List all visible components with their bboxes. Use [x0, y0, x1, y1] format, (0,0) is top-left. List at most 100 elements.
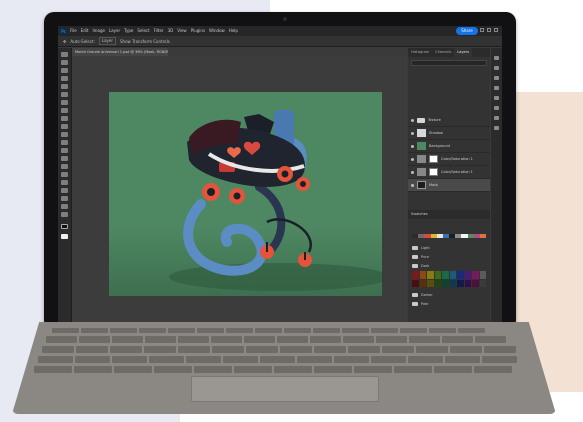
visibility-eye-icon[interactable] [411, 157, 414, 161]
swatch-color[interactable] [479, 271, 486, 279]
auto-select-target[interactable]: Layer [98, 37, 117, 45]
swatch-color[interactable] [427, 279, 434, 287]
swatch-color[interactable] [457, 279, 464, 287]
adjustments-icon[interactable] [494, 66, 499, 70]
pen-tool-icon[interactable] [61, 172, 68, 177]
menu-file[interactable]: File [70, 26, 77, 36]
swatch-color[interactable] [419, 279, 426, 287]
history-icon[interactable] [494, 96, 499, 100]
properties-icon[interactable] [494, 56, 499, 60]
visibility-eye-icon[interactable] [411, 118, 414, 122]
menu-window[interactable]: Window [209, 26, 225, 36]
path-select-tool-icon[interactable] [61, 188, 68, 193]
swatch-color[interactable] [472, 279, 479, 287]
tab-channels[interactable]: Channels [432, 48, 454, 57]
swatch-color[interactable] [442, 279, 449, 287]
swatch-color[interactable] [434, 271, 441, 279]
layers-filter-bar[interactable] [411, 60, 487, 66]
swatch-color[interactable] [457, 271, 464, 279]
swatch-color[interactable] [479, 279, 486, 287]
document-canvas[interactable] [109, 92, 382, 296]
visibility-eye-icon[interactable] [411, 144, 414, 148]
background-color-icon[interactable] [61, 234, 68, 239]
swatches-panel-header[interactable]: Swatches [408, 210, 490, 219]
minimize-icon[interactable] [480, 28, 484, 32]
history-brush-tool-icon[interactable] [61, 132, 68, 137]
character-icon[interactable] [494, 116, 499, 120]
visibility-eye-icon[interactable] [411, 131, 414, 135]
move-tool-icon[interactable]: ✥ [63, 39, 66, 44]
menu-plugins[interactable]: Plugins [191, 26, 205, 36]
swatch-color[interactable] [419, 271, 426, 279]
swatch-color[interactable] [449, 271, 456, 279]
menu-filter[interactable]: Filter [154, 26, 164, 36]
move-tool-icon[interactable] [61, 52, 68, 57]
share-button[interactable]: Share [456, 27, 478, 35]
zoom-tool-icon[interactable] [61, 212, 68, 217]
menu-type[interactable]: Type [124, 26, 133, 36]
lasso-tool-icon[interactable] [61, 68, 68, 73]
libraries-icon[interactable] [494, 76, 499, 80]
maximize-icon[interactable] [487, 28, 491, 32]
visibility-eye-icon[interactable] [411, 170, 414, 174]
recent-swatches[interactable] [412, 234, 487, 238]
brush-settings-icon[interactable] [494, 86, 499, 90]
tab-histogram[interactable]: Histogram [408, 48, 432, 57]
swatch-color[interactable] [449, 279, 456, 287]
layer-row[interactable]: Color/Saturation 1 [408, 153, 490, 166]
blur-tool-icon[interactable] [61, 156, 68, 161]
swatch-color[interactable] [442, 271, 449, 279]
close-icon[interactable] [494, 28, 498, 32]
dark-swatches-grid[interactable] [412, 271, 486, 287]
hand-tool-icon[interactable] [61, 204, 68, 209]
keyboard-key [144, 346, 176, 353]
swatch-color[interactable] [412, 279, 419, 287]
paragraph-icon[interactable] [494, 106, 499, 110]
eyedropper-tool-icon[interactable] [61, 100, 68, 105]
type-tool-icon[interactable] [61, 180, 68, 185]
swatch-color[interactable] [472, 271, 479, 279]
foreground-color-icon[interactable] [61, 224, 68, 229]
swatch-group[interactable]: Dark [412, 262, 486, 270]
layer-row[interactable]: Shadow [408, 127, 490, 140]
shape-tool-icon[interactable] [61, 196, 68, 201]
marquee-tool-icon[interactable] [61, 60, 68, 65]
quick-select-tool-icon[interactable] [61, 76, 68, 81]
menu-help[interactable]: Help [229, 26, 238, 36]
swatch-color[interactable] [479, 234, 487, 238]
visibility-eye-icon[interactable] [411, 183, 414, 187]
menu-edit[interactable]: Edit [81, 26, 89, 36]
dodge-tool-icon[interactable] [61, 164, 68, 169]
swatch-group[interactable]: Pure [412, 253, 486, 261]
swatch-color[interactable] [464, 271, 471, 279]
menu-3d[interactable]: 3D [168, 26, 174, 36]
crop-tool-icon[interactable] [61, 84, 68, 89]
swatch-group[interactable]: Pale [412, 300, 486, 308]
glyphs-icon[interactable] [494, 126, 499, 130]
menu-layer[interactable]: Layer [109, 26, 120, 36]
swatch-color[interactable] [434, 279, 441, 287]
layer-row[interactable]: Color/Saturation 1 [408, 166, 490, 179]
swatch-color[interactable] [464, 279, 471, 287]
layer-row-selected[interactable]: Mask [408, 179, 490, 192]
eraser-tool-icon[interactable] [61, 140, 68, 145]
gradient-tool-icon[interactable] [61, 148, 68, 153]
menu-image[interactable]: Image [92, 26, 105, 36]
menu-view[interactable]: View [177, 26, 187, 36]
swatch-color[interactable] [412, 271, 419, 279]
frame-tool-icon[interactable] [61, 92, 68, 97]
document-tab[interactable]: Monte Grande Aniversari 1.psd @ 36% (Mas… [72, 48, 168, 56]
swatch-group[interactable]: Light [412, 244, 486, 252]
swatch-color[interactable] [427, 271, 434, 279]
tab-layers[interactable]: Layers [454, 48, 472, 57]
clone-stamp-tool-icon[interactable] [61, 124, 68, 129]
show-transform-controls[interactable]: Show Transform Controls [120, 39, 170, 44]
auto-select-label[interactable]: Auto-Select: [70, 39, 95, 44]
layer-row[interactable]: Texture [408, 114, 490, 127]
swatch-group[interactable]: Darker [412, 291, 486, 299]
healing-brush-tool-icon[interactable] [61, 108, 68, 113]
layer-row[interactable]: Background [408, 140, 490, 153]
keyboard-key [197, 328, 224, 333]
brush-tool-icon[interactable] [61, 116, 68, 121]
menu-select[interactable]: Select [137, 26, 149, 36]
